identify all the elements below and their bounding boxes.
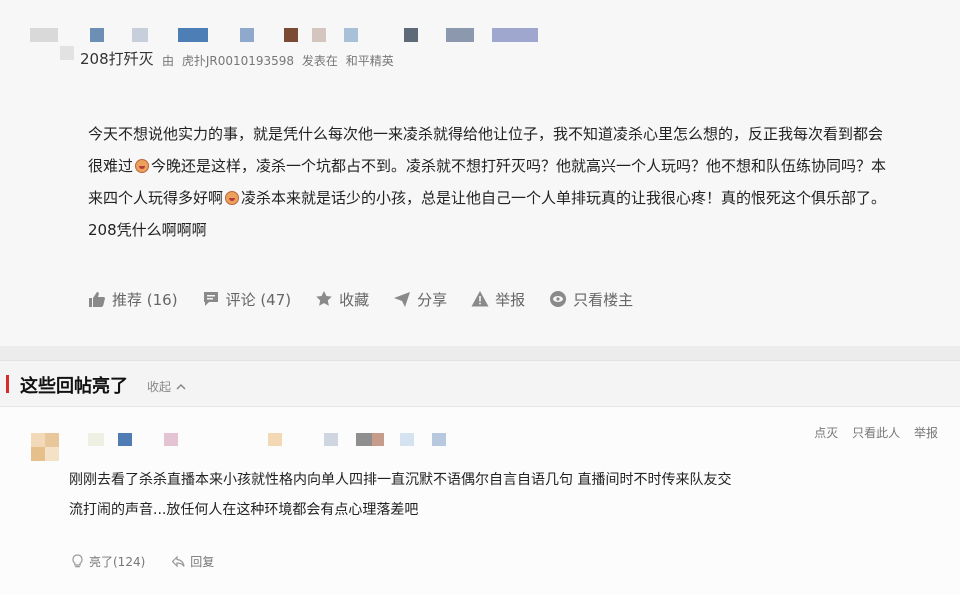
chevron-up-icon — [176, 383, 186, 390]
avatar[interactable] — [31, 433, 59, 461]
favorite-button[interactable]: 收藏 — [315, 289, 369, 310]
replies-title: 这些回帖亮了 — [20, 376, 128, 397]
reply-line: 刚刚去看了杀杀直播本来小孩就性格内向单人四排一直沉默不语偶尔自言自语几句 直播间… — [69, 472, 732, 488]
post-actions: 推荐 (16) 评论 (47) 收藏 分享 举报 只看楼主 — [88, 287, 657, 311]
owner-only-button[interactable]: 只看楼主 — [549, 289, 633, 310]
post-body: 今天不想说他实力的事，就是凭什么每次他一来凌杀就得给他让位子，我不知道凌杀心里怎… — [88, 118, 888, 246]
recommend-button[interactable]: 推荐 (16) — [88, 289, 178, 310]
reply-tools: 点灭 只看此人 举报 — [804, 424, 938, 441]
comment-bubble-icon — [203, 292, 218, 306]
collapse-button[interactable]: 收起 — [147, 378, 186, 395]
meta-forum[interactable]: 和平精英 — [346, 54, 394, 68]
comment-label: 评论 (47) — [225, 290, 292, 309]
post-line: 很难过 今晚还是这样，凌杀一个坑都占不到。凌杀就不想打歼灭吗？他就高兴一个人玩吗？… — [88, 150, 888, 182]
post-text: 来四个人玩得多好啊 — [88, 189, 224, 207]
collapse-label: 收起 — [147, 380, 172, 394]
crying-emoji-icon — [225, 191, 240, 205]
report-label: 举报 — [495, 290, 526, 309]
post-text: 很难过 — [88, 157, 134, 175]
section-divider — [0, 346, 960, 360]
accent-bar — [6, 375, 9, 393]
paper-plane-icon — [394, 292, 411, 307]
crying-emoji-icon — [135, 159, 150, 173]
post-meta: 由 虎扑JR0010193598 发表在 和平精英 — [162, 52, 398, 69]
reply-label: 回复 — [190, 555, 215, 569]
light-button[interactable]: 亮了(124) — [70, 553, 145, 570]
meta-source[interactable]: 虎扑JR0010193598 — [182, 54, 294, 68]
share-button[interactable]: 分享 — [393, 289, 447, 310]
thumbs-up-icon — [89, 292, 105, 307]
reply-button[interactable]: 回复 — [171, 553, 214, 570]
meta-by-label: 由 — [162, 54, 175, 68]
reply-actions: 亮了(124) 回复 — [70, 553, 240, 570]
share-label: 分享 — [417, 290, 448, 309]
warning-icon — [471, 291, 489, 307]
light-bulb-icon — [72, 554, 83, 568]
replies-header: 这些回帖亮了 收起 — [0, 361, 960, 407]
only-this-user-button[interactable]: 只看此人 — [852, 426, 900, 440]
highlighted-replies: 这些回帖亮了 收起 点灭 只看此人 举报 刚刚去看了杀杀直播本来小孩就性格内向单… — [0, 360, 960, 595]
comment-button[interactable]: 评论 (47) — [202, 289, 292, 310]
post-card: 208打歼灭 由 虎扑JR0010193598 发表在 和平精英 今天不想说他实… — [0, 0, 960, 346]
star-icon — [316, 291, 332, 306]
post-line: 208凭什么啊啊啊 — [88, 221, 207, 239]
post-line: 来四个人玩得多好啊 凌杀本来就是话少的小孩，总是让他自己一个人单排玩真的让我很心疼… — [88, 182, 888, 214]
post-text: 今晚还是这样，凌杀一个坑都占不到。凌杀就不想打歼灭吗？他就高兴一个人玩吗？他不想… — [151, 157, 887, 175]
favorite-label: 收藏 — [339, 290, 370, 309]
reply-item: 点灭 只看此人 举报 刚刚去看了杀杀直播本来小孩就性格内向单人四排一直沉默不语偶… — [0, 407, 960, 595]
reply-report-button[interactable]: 举报 — [914, 426, 938, 440]
reply-body: 刚刚去看了杀杀直播本来小孩就性格内向单人四排一直沉默不语偶尔自言自语几句 直播间… — [69, 465, 789, 525]
light-label: 亮了(124) — [89, 555, 146, 569]
author-name[interactable]: 208打歼灭 — [80, 48, 154, 69]
reply-arrow-icon — [171, 555, 185, 568]
downvote-button[interactable]: 点灭 — [814, 426, 838, 440]
post-text: 凌杀本来就是话少的小孩，总是让他自己一个人单排玩真的让我很心疼！真的恨死这个俱乐… — [241, 189, 887, 207]
reply-line: 流打闹的声音...放任何人在这种环境都会有点心理落差吧 — [69, 502, 419, 518]
eye-circle-icon — [550, 291, 567, 307]
meta-posted-in: 发表在 — [301, 54, 338, 68]
post-line: 今天不想说他实力的事，就是凭什么每次他一来凌杀就得给他让位子，我不知道凌杀心里怎… — [88, 125, 884, 143]
owner-only-label: 只看楼主 — [573, 290, 634, 309]
report-button[interactable]: 举报 — [471, 289, 525, 310]
recommend-label: 推荐 (16) — [112, 290, 178, 309]
